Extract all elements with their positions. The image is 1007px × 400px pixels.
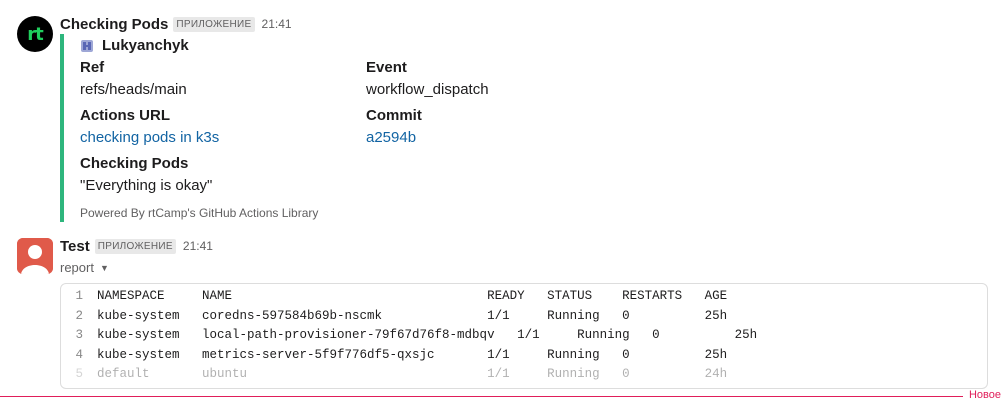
- message-test: Test ПРИЛОЖЕНИЕ 21:41 report ▼ 1 NAMESPA…: [0, 0, 1007, 400]
- message-header: Test ПРИЛОЖЕНИЕ 21:41: [60, 236, 213, 256]
- code-line: 2 kube-system coredns-597584b69b-nscmk 1…: [75, 308, 728, 323]
- code-snippet[interactable]: 1 NAMESPACE NAME READY STATUS RESTARTS A…: [60, 283, 988, 389]
- code-line: 4 kube-system metrics-server-5f9f776df5-…: [75, 347, 728, 362]
- app-badge: ПРИЛОЖЕНИЕ: [94, 238, 176, 254]
- new-messages-label: Новое: [962, 389, 1007, 400]
- timestamp[interactable]: 21:41: [183, 239, 213, 253]
- file-toggle[interactable]: report ▼: [60, 260, 109, 275]
- code-line: 5 default ubuntu 1/1 Running 0 24h: [75, 367, 728, 381]
- sender-name[interactable]: Test: [60, 238, 90, 255]
- code-line: 3 kube-system local-path-provisioner-79f…: [75, 328, 758, 342]
- new-messages-divider: [0, 396, 1007, 397]
- file-label: report: [60, 260, 94, 275]
- code-line: 1 NAMESPACE NAME READY STATUS RESTARTS A…: [75, 289, 728, 303]
- person-icon: [17, 238, 53, 274]
- user-avatar[interactable]: [17, 238, 53, 274]
- caret-down-icon: ▼: [99, 262, 109, 273]
